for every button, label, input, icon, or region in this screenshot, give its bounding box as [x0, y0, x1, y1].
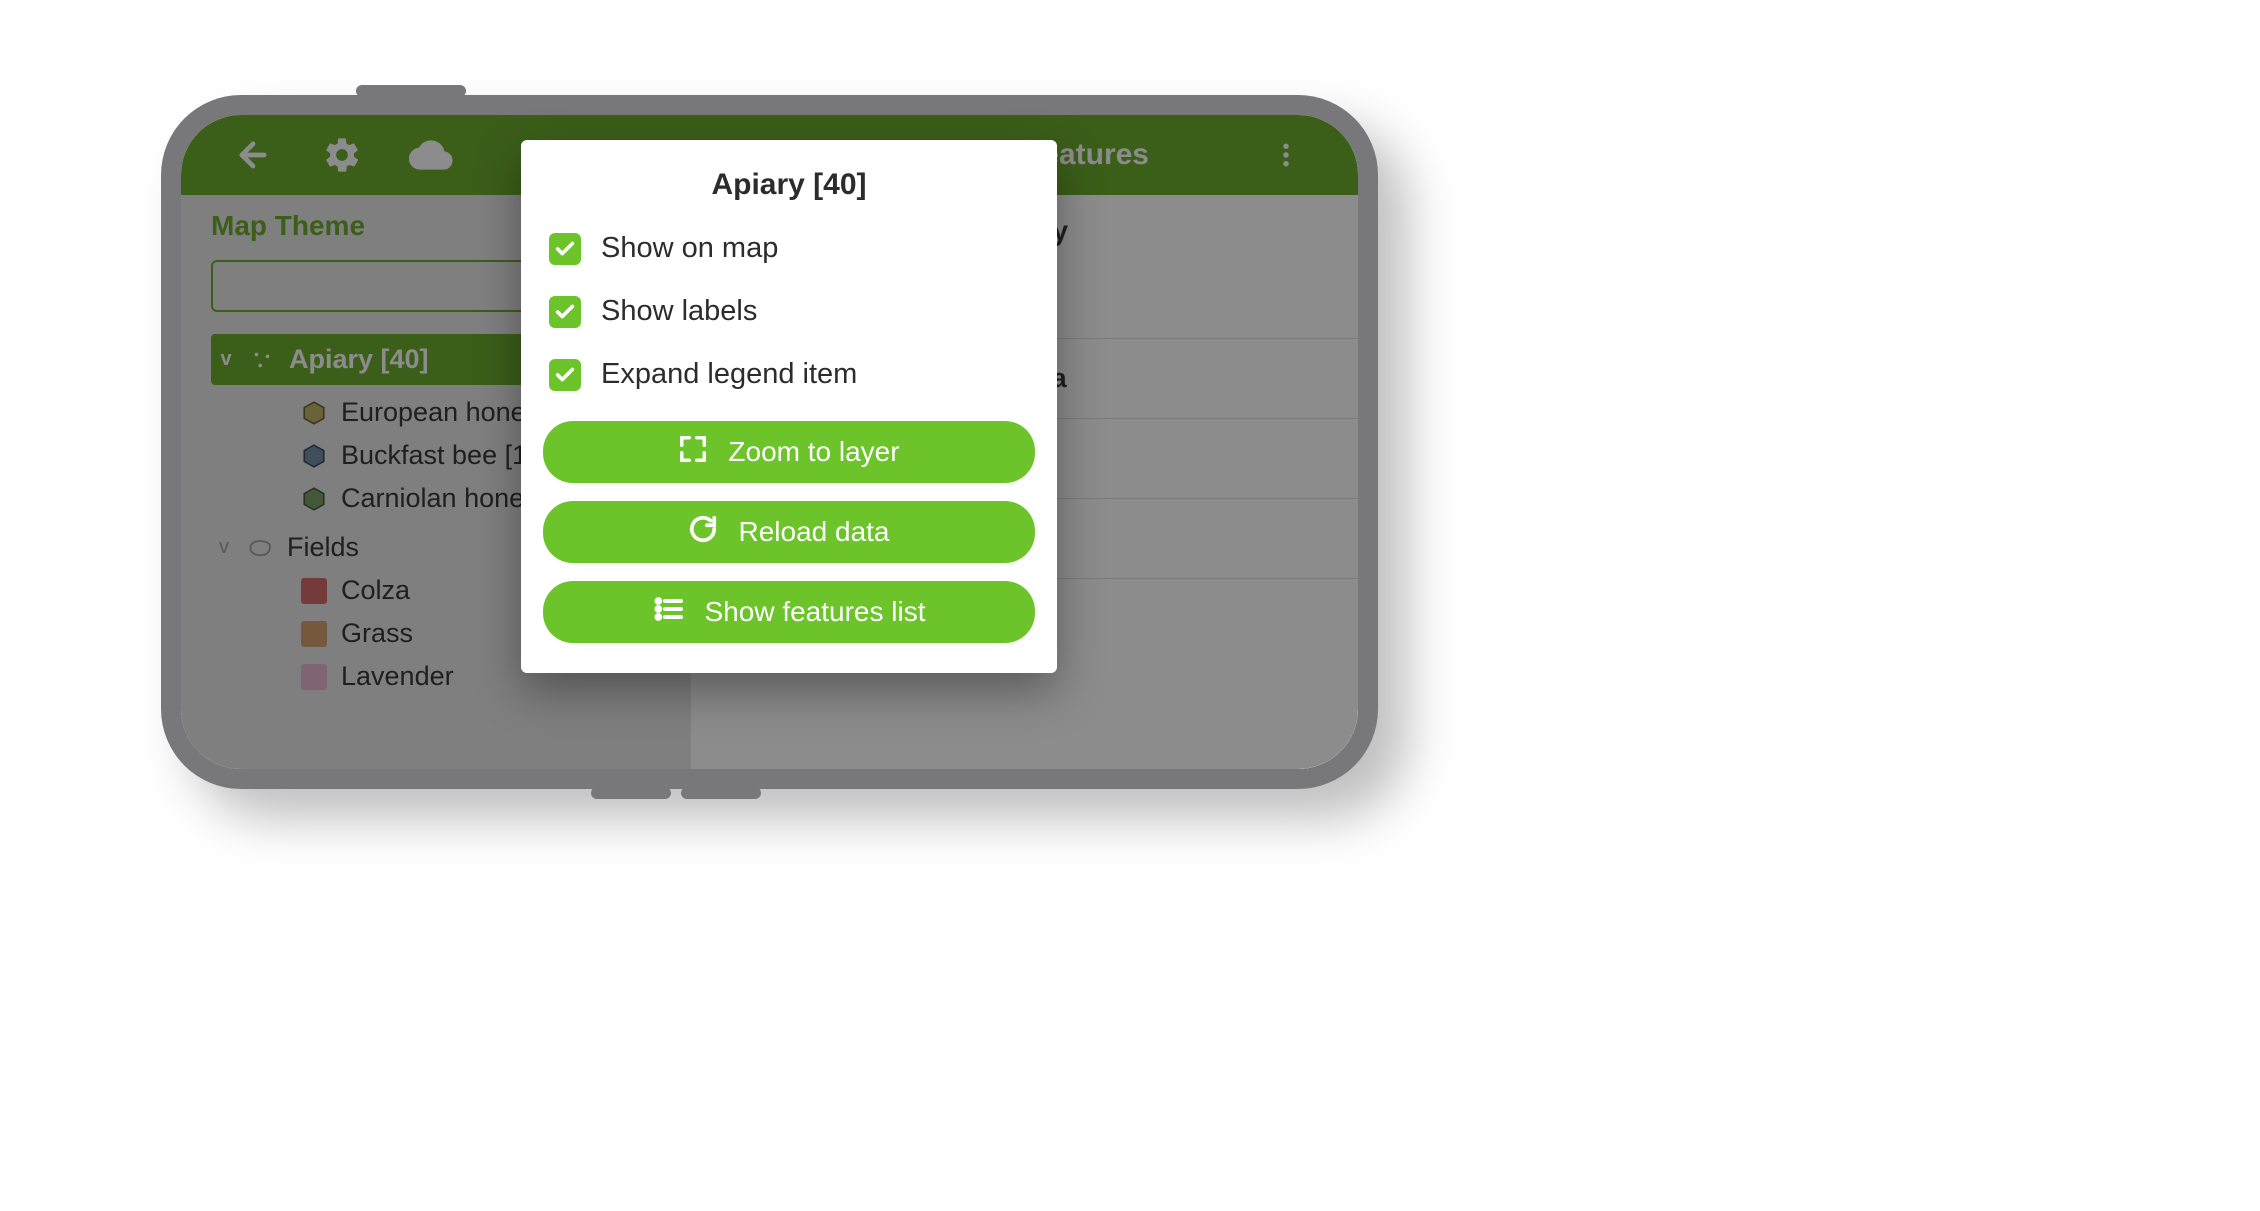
button-label: Zoom to layer	[728, 436, 899, 468]
show-features-list-button[interactable]: Show features list	[543, 581, 1035, 643]
button-label: Show features list	[705, 596, 926, 628]
checkbox-row-show-on-map[interactable]: Show on map	[543, 232, 1035, 265]
reload-icon	[688, 514, 718, 551]
layer-options-dialog: Apiary [40] Show on map Show labels Expa…	[521, 140, 1057, 673]
device-bump	[591, 787, 671, 799]
device-bump	[681, 787, 761, 799]
device-bump	[356, 85, 466, 97]
checkbox-checked-icon[interactable]	[549, 233, 581, 265]
list-icon	[653, 593, 685, 632]
reload-data-button[interactable]: Reload data	[543, 501, 1035, 563]
checkbox-label: Expand legend item	[601, 358, 857, 391]
expand-icon	[678, 434, 708, 471]
checkbox-label: Show on map	[601, 232, 778, 265]
dialog-title: Apiary [40]	[543, 168, 1035, 202]
checkbox-checked-icon[interactable]	[549, 359, 581, 391]
checkbox-row-expand-legend[interactable]: Expand legend item	[543, 358, 1035, 391]
button-label: Reload data	[738, 516, 889, 548]
checkbox-label: Show labels	[601, 295, 757, 328]
checkbox-row-show-labels[interactable]: Show labels	[543, 295, 1035, 328]
zoom-to-layer-button[interactable]: Zoom to layer	[543, 421, 1035, 483]
checkbox-checked-icon[interactable]	[549, 296, 581, 328]
